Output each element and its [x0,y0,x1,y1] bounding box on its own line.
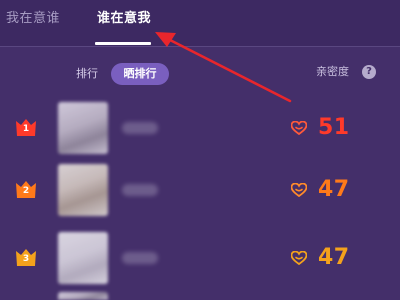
active-tab-indicator [95,42,151,45]
help-icon[interactable]: ? [362,65,376,79]
avatar[interactable] [58,102,108,154]
share-ranking-button[interactable]: 晒排行 [111,63,169,85]
avatar[interactable] [58,164,108,216]
ranking-row[interactable]: 3 47 [0,232,400,290]
closeness-score: 47 [318,177,350,202]
crown-icon: 2 [15,178,37,200]
heart-icon [291,121,307,135]
crown-icon: 3 [15,246,37,268]
sort-label: 排行 [76,67,98,80]
nickname-blurred [122,184,158,196]
ranking-row[interactable]: 2 47 [0,164,400,222]
closeness-score: 47 [318,245,350,270]
ranking-row[interactable]: 1 51 [0,102,400,160]
tab-who-i-care-about[interactable]: 我在意谁 [6,10,60,28]
rank-number: 1 [22,124,30,134]
rank-number: 2 [22,186,30,196]
tab-bar: 我在意谁 谁在意我 [0,0,400,47]
closeness-label: 亲密度 [316,65,349,78]
heart-icon [291,183,307,197]
crown-icon: 1 [15,116,37,138]
tab-who-cares-about-me[interactable]: 谁在意我 [97,10,151,28]
closeness-score: 51 [318,115,350,140]
rank-number: 3 [22,254,30,264]
avatar[interactable] [58,292,108,300]
avatar[interactable] [58,232,108,284]
nickname-blurred [122,252,158,264]
heart-icon [291,251,307,265]
nickname-blurred [122,122,158,134]
